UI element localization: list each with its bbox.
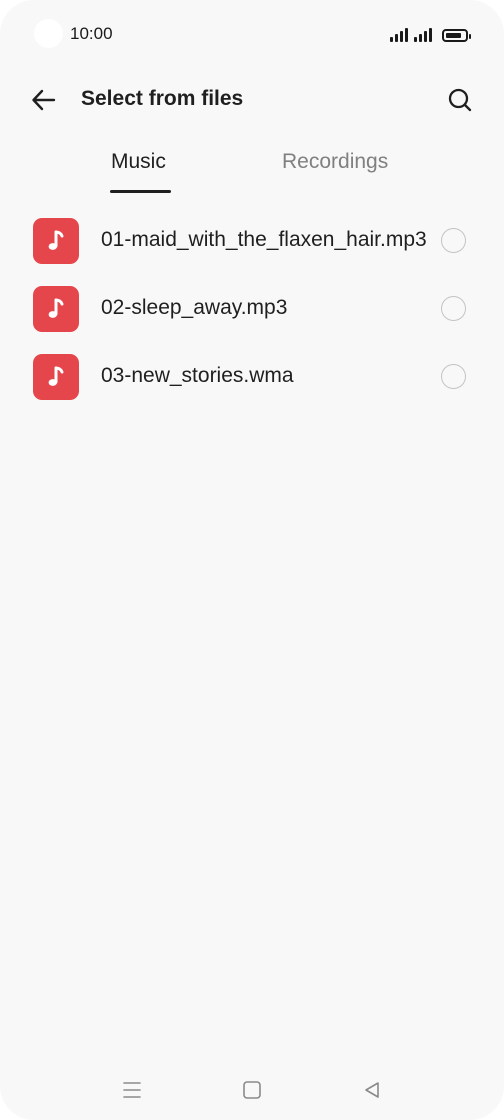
signal-icon — [390, 27, 408, 42]
app-header: Select from files — [0, 72, 504, 128]
file-type-badge — [33, 218, 79, 264]
select-radio[interactable] — [441, 364, 466, 389]
home-button[interactable] — [238, 1076, 266, 1104]
music-note-icon — [48, 298, 64, 318]
file-type-badge — [33, 286, 79, 332]
home-icon — [243, 1081, 261, 1099]
phone-screen: 10:00 Select from files Music Recordings… — [0, 0, 504, 1120]
signal-icon — [414, 27, 432, 42]
file-row[interactable]: 01-maid_with_the_flaxen_hair.mp3 — [0, 207, 504, 275]
page-title: Select from files — [81, 87, 244, 110]
back-button[interactable] — [24, 80, 64, 120]
select-radio[interactable] — [441, 296, 466, 321]
tab-recordings[interactable]: Recordings — [282, 150, 388, 174]
tab-bar: Music Recordings — [0, 138, 504, 198]
file-name: 01-maid_with_the_flaxen_hair.mp3 — [101, 228, 427, 251]
menu-icon — [123, 1082, 141, 1098]
battery-icon — [442, 29, 471, 42]
file-row[interactable]: 02-sleep_away.mp3 — [0, 275, 504, 343]
file-type-badge — [33, 354, 79, 400]
camera-cutout — [34, 19, 63, 48]
music-note-icon — [48, 230, 64, 250]
file-name: 03-new_stories.wma — [101, 364, 294, 387]
system-nav-bar — [0, 1066, 504, 1112]
status-icons — [390, 25, 471, 42]
status-bar: 10:00 — [0, 0, 504, 68]
select-radio[interactable] — [441, 228, 466, 253]
menu-button[interactable] — [118, 1076, 146, 1104]
arrow-left-icon — [32, 89, 56, 111]
back-triangle-icon — [365, 1082, 379, 1098]
status-time: 10:00 — [70, 24, 113, 43]
tab-music[interactable]: Music — [111, 150, 166, 174]
file-row[interactable]: 03-new_stories.wma — [0, 343, 504, 411]
battery-level — [446, 33, 461, 38]
music-note-icon — [48, 366, 64, 386]
active-tab-indicator — [110, 190, 171, 193]
nav-back-button[interactable] — [358, 1076, 386, 1104]
file-list: 01-maid_with_the_flaxen_hair.mp3 02-slee… — [0, 207, 504, 411]
search-button[interactable] — [440, 80, 480, 120]
search-icon — [448, 88, 472, 112]
file-name: 02-sleep_away.mp3 — [101, 296, 288, 319]
